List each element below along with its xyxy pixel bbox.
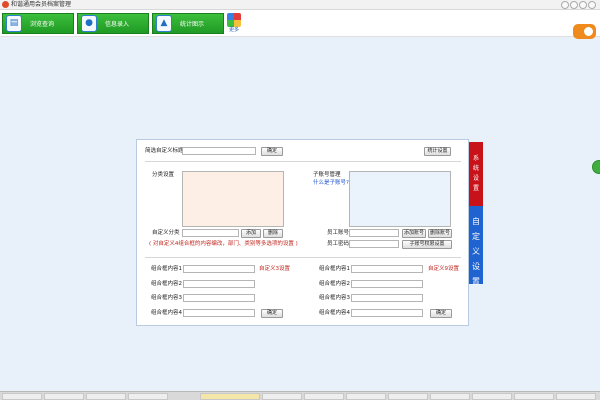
staff-password-label: 员工密码 [327, 241, 350, 247]
nav-info-entry-label: 信息录入 [105, 21, 130, 28]
taskbar-item[interactable] [388, 393, 428, 400]
tab-system-settings-label: 系统设置 [472, 155, 479, 192]
category-list[interactable] [182, 171, 284, 227]
taskbar-item-active[interactable] [200, 393, 260, 400]
taskbar-item[interactable] [86, 393, 126, 400]
apps-icon [227, 13, 241, 27]
what-is-sub-account-link[interactable]: 什么是子账号? [313, 180, 349, 187]
divider [145, 161, 461, 162]
more-button[interactable]: 更多 [226, 13, 242, 35]
taskbar-item[interactable] [472, 393, 512, 400]
taskbar-item[interactable] [128, 393, 168, 400]
query-title-confirm-button[interactable]: 确定 [261, 147, 283, 156]
left-combo-label-1: 组合框内容1 [151, 266, 182, 272]
more-label: 更多 [228, 27, 239, 33]
right-combo-label-4: 组合框内容4 [319, 310, 350, 316]
left-combo-input-4[interactable] [183, 309, 255, 317]
image-icon: ▲ [156, 15, 172, 32]
taskbar-item[interactable] [44, 393, 84, 400]
add-category-button[interactable]: 添加 [241, 229, 261, 238]
tab-custom-settings-label: 自定义设置 [472, 217, 480, 286]
main-toolbar: ▤ 浏览查询 ● 信息录入 ▲ 统计图示 更多 [0, 10, 600, 39]
sub-account-list[interactable] [349, 171, 451, 227]
category-hint: ( 对自定义4组合框的内容编改，部门、类别等多选项的设置 ) [149, 241, 298, 247]
right-combo-confirm-button[interactable]: 确定 [430, 309, 452, 318]
taskbar-item[interactable] [346, 393, 386, 400]
right-combo-label-1: 组合框内容1 [319, 266, 350, 272]
delete-account-button[interactable]: 删除账号 [428, 229, 452, 238]
taskbar-item[interactable] [262, 393, 302, 400]
help-icon[interactable] [561, 1, 569, 9]
close-icon[interactable] [588, 1, 596, 9]
staff-account-label: 员工账号 [327, 230, 350, 236]
right-combo-input-1[interactable] [351, 265, 423, 273]
document-icon: ▤ [6, 15, 22, 32]
right-combo-input-4[interactable] [351, 309, 423, 317]
tab-system-settings[interactable]: 系统设置 [469, 142, 483, 206]
taskbar-item[interactable] [514, 393, 554, 400]
right-combo-label-3: 组合框内容3 [319, 295, 350, 301]
right-combo-input-3[interactable] [351, 294, 423, 302]
window-title: 和谐通用会员档案管理 [11, 1, 72, 8]
nav-browse-query-label: 浏览查询 [30, 21, 55, 28]
query-title-input[interactable] [182, 147, 256, 155]
user-icon: ● [81, 15, 97, 32]
left-combo-input-1[interactable] [183, 265, 255, 273]
left-combo-label-3: 组合框内容3 [151, 295, 182, 301]
custom9-settings-hint: 自定义9设置 [428, 266, 459, 272]
custom-category-label: 自定义分类 [152, 230, 180, 236]
delete-category-button[interactable]: 删除 [263, 229, 283, 238]
taskbar-item[interactable] [304, 393, 344, 400]
add-account-button[interactable]: 添加账号 [402, 229, 426, 238]
theme-toggle[interactable] [573, 24, 596, 39]
app-logo-icon [2, 1, 9, 8]
staff-account-input[interactable] [349, 229, 399, 237]
divider [145, 257, 461, 258]
nav-browse-query-button[interactable]: ▤ 浏览查询 [2, 13, 74, 34]
query-title-label: 简选自定义标题 [145, 148, 184, 154]
taskbar [0, 391, 600, 400]
tab-custom-settings[interactable]: 自定义设置 [469, 206, 483, 286]
stats-settings-button[interactable]: 统计设置 [424, 147, 451, 156]
toggle-knob [584, 27, 593, 36]
left-combo-label-2: 组合框内容2 [151, 281, 182, 287]
taskbar-item[interactable] [556, 393, 596, 400]
skin-icon[interactable] [570, 1, 578, 9]
left-combo-confirm-button[interactable]: 确定 [261, 309, 283, 318]
staff-password-input[interactable] [349, 240, 399, 248]
nav-statistics-chart-label: 统计图示 [180, 21, 205, 28]
window-controls [560, 1, 596, 9]
taskbar-item[interactable] [2, 393, 42, 400]
settings-panel: 简选自定义标题 确定 统计设置 分类设置 自定义分类 添加 删除 ( 对自定义4… [136, 139, 469, 326]
title-bar: 和谐通用会员档案管理 [0, 0, 600, 10]
sub-account-permissions-button[interactable]: 子账号权限设置 [402, 240, 452, 249]
nav-statistics-chart-button[interactable]: ▲ 统计图示 [152, 13, 224, 34]
custom-category-input[interactable] [182, 229, 239, 237]
minimize-icon[interactable] [579, 1, 587, 9]
left-combo-label-4: 组合框内容4 [151, 310, 182, 316]
floating-assistant-icon[interactable] [592, 160, 600, 174]
right-combo-input-2[interactable] [351, 280, 423, 288]
sub-account-manage-label: 子账号管理 [313, 172, 341, 178]
custom3-settings-hint: 自定义3设置 [259, 266, 290, 272]
taskbar-item[interactable] [430, 393, 470, 400]
category-settings-label: 分类设置 [152, 172, 175, 178]
left-combo-input-3[interactable] [183, 294, 255, 302]
left-combo-input-2[interactable] [183, 280, 255, 288]
right-combo-label-2: 组合框内容2 [319, 281, 350, 287]
nav-info-entry-button[interactable]: ● 信息录入 [77, 13, 149, 34]
